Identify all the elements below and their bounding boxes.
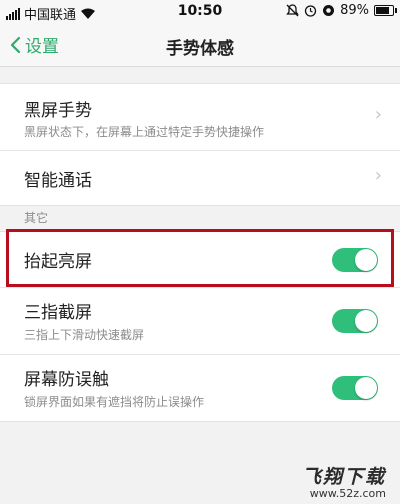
toggle-knob bbox=[355, 310, 377, 332]
row-title: 黑屏手势 bbox=[24, 101, 92, 121]
toggle-three-finger-screenshot[interactable] bbox=[332, 309, 378, 333]
battery-icon bbox=[374, 5, 397, 16]
row-subtitle: 黑屏状态下，在屏幕上通过特定手势快捷操作 bbox=[24, 125, 265, 139]
section-label-other: 其它 bbox=[24, 211, 49, 225]
row-title: 三指截屏 bbox=[24, 303, 92, 323]
toggle-knob bbox=[355, 377, 377, 399]
settings-group-other: 抬起亮屏 三指截屏 三指上下滑动快速截屏 屏幕防误触 锁屏界面如果有遮挡将防止误… bbox=[0, 231, 400, 422]
nav-bar: 设置 手势体感 bbox=[0, 24, 400, 67]
battery-percent: 89% bbox=[340, 3, 369, 18]
toggle-prevent-mistouch[interactable] bbox=[332, 376, 378, 400]
toggle-raise-to-wake[interactable] bbox=[332, 248, 378, 272]
alarm-icon bbox=[304, 5, 317, 17]
row-subtitle: 三指上下滑动快速截屏 bbox=[24, 328, 145, 342]
row-smart-call[interactable]: 智能通话 › bbox=[0, 151, 400, 205]
mute-bell-icon bbox=[286, 4, 299, 17]
page-title: 手势体感 bbox=[166, 39, 234, 59]
chevron-right-icon: › bbox=[374, 104, 382, 125]
watermark-url: www.52z.com bbox=[309, 487, 386, 500]
row-title: 抬起亮屏 bbox=[24, 252, 92, 272]
row-black-screen-gesture[interactable]: 黑屏手势 黑屏状态下，在屏幕上通过特定手势快捷操作 › bbox=[0, 84, 400, 151]
row-title: 智能通话 bbox=[24, 171, 92, 191]
row-raise-to-wake[interactable]: 抬起亮屏 bbox=[0, 232, 400, 288]
watermark: 飞翔下载 www.52z.com bbox=[302, 462, 386, 500]
toggle-knob bbox=[355, 249, 377, 271]
chevron-right-icon: › bbox=[374, 165, 382, 186]
watermark-logo: 飞翔下载 bbox=[301, 466, 386, 488]
row-title: 屏幕防误触 bbox=[24, 370, 109, 390]
sync-icon bbox=[323, 5, 335, 16]
status-bar: 中国联通 10:50 89% bbox=[0, 0, 400, 24]
status-right: 89% bbox=[286, 3, 397, 18]
row-subtitle: 锁屏界面如果有遮挡将防止误操作 bbox=[24, 395, 205, 409]
row-prevent-mistouch[interactable]: 屏幕防误触 锁屏界面如果有遮挡将防止误操作 bbox=[0, 355, 400, 421]
settings-group-gestures: 黑屏手势 黑屏状态下，在屏幕上通过特定手势快捷操作 › 智能通话 › bbox=[0, 83, 400, 206]
row-three-finger-screenshot[interactable]: 三指截屏 三指上下滑动快速截屏 bbox=[0, 288, 400, 355]
